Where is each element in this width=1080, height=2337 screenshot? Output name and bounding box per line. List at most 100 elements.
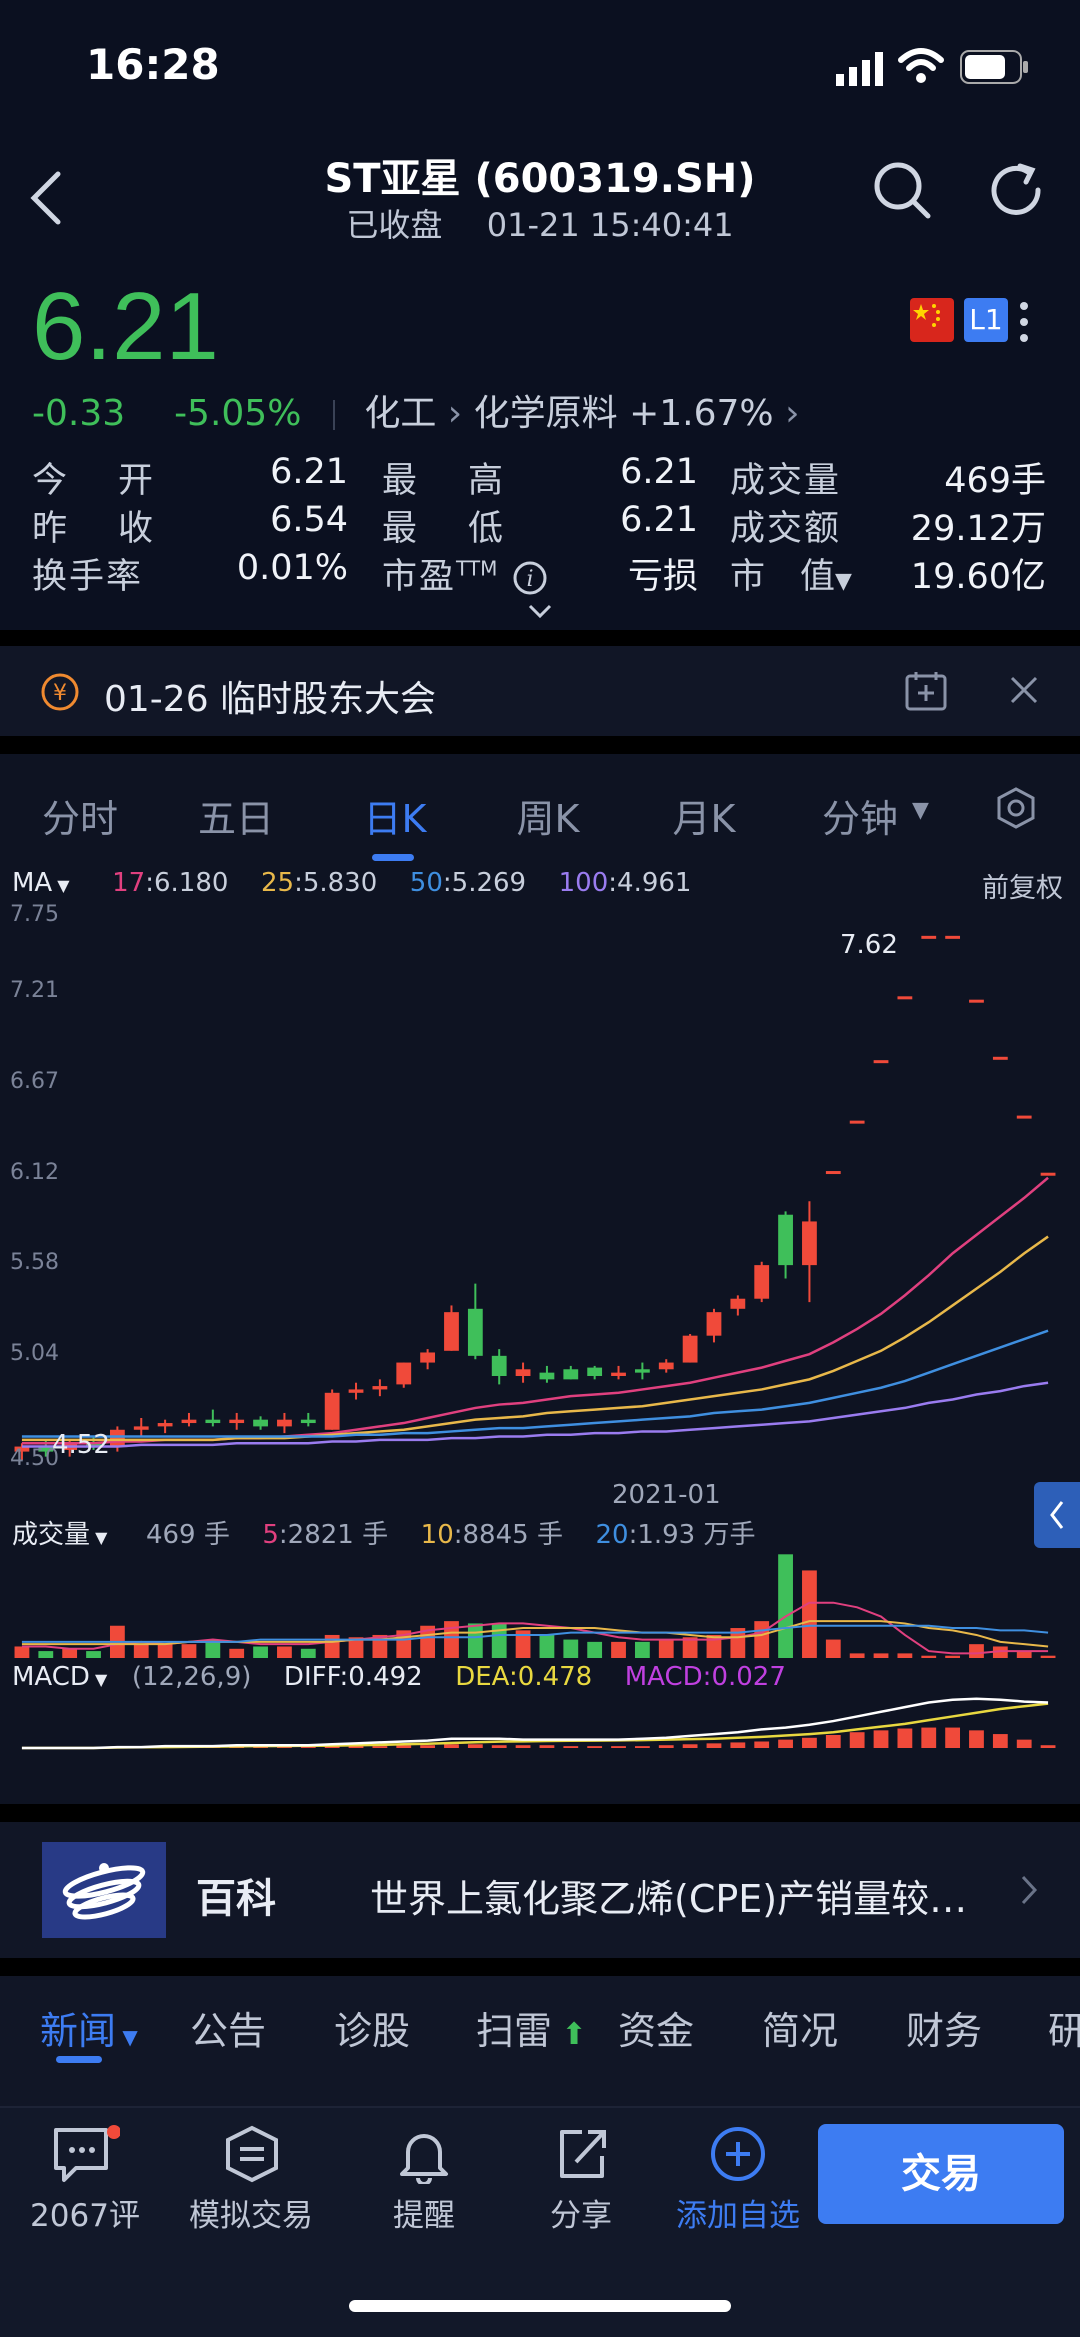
ma-legend: MA ▼ 17:6.180 25:5.830 50:5.269 100:4.96… bbox=[12, 868, 1072, 898]
tab-daily-k[interactable]: 日K bbox=[355, 788, 435, 843]
open-label: 今 开 bbox=[32, 461, 162, 501]
status-bar: 16:28 bbox=[0, 0, 1080, 130]
industry-link[interactable]: 化学原料 +1.67% › bbox=[474, 393, 800, 434]
volume-current: 469 手 bbox=[145, 1520, 230, 1550]
bell-icon[interactable] bbox=[394, 2124, 454, 2184]
caret-down-icon: ▼ bbox=[90, 1528, 108, 1547]
ma17-key: 17 bbox=[112, 868, 146, 898]
refresh-icon[interactable] bbox=[988, 160, 1048, 220]
macd-value: MACD:0.027 bbox=[624, 1662, 786, 1692]
settings-hex-icon[interactable] bbox=[994, 786, 1038, 830]
candlestick-chart[interactable] bbox=[0, 900, 1080, 1470]
volume-value: 469手 bbox=[944, 461, 1046, 501]
tab-monthly-k[interactable]: 月K bbox=[664, 788, 744, 843]
notice-bar[interactable]: ¥ 01-26 临时股东大会 bbox=[0, 646, 1080, 736]
news-tab-risk-scan[interactable]: 扫雷 ⬆ bbox=[476, 2000, 587, 2055]
mcap-value: 19.60亿 bbox=[910, 557, 1046, 597]
alert-label[interactable]: 提醒 bbox=[339, 2190, 509, 2235]
comments-count[interactable]: 2067评 bbox=[0, 2190, 170, 2235]
candle-body bbox=[181, 1419, 197, 1424]
ma-selector[interactable]: MA ▼ bbox=[12, 868, 70, 898]
china-flag-icon bbox=[910, 298, 954, 342]
comment-icon[interactable] bbox=[50, 2124, 120, 2188]
macd-selector[interactable]: MACD ▼ bbox=[12, 1662, 107, 1692]
more-icon[interactable] bbox=[1018, 300, 1030, 344]
vol10-key: 10 bbox=[420, 1520, 454, 1550]
back-icon[interactable] bbox=[28, 170, 64, 226]
caret-down-icon: ▼ bbox=[52, 876, 70, 895]
macd-bar bbox=[921, 1727, 937, 1748]
add-watch-label[interactable]: 添加自选 bbox=[653, 2190, 823, 2235]
market-status-line: 已收盘 01-21 15:40:41 bbox=[240, 200, 840, 246]
volume-chart[interactable] bbox=[0, 1548, 1080, 1660]
mcap-label-group[interactable]: 市 值▼ bbox=[730, 548, 852, 599]
news-tab-news[interactable]: 新闻 ▼ bbox=[40, 2000, 138, 2055]
divider bbox=[0, 1958, 1080, 1976]
volume-bar bbox=[611, 1641, 626, 1658]
candle-body bbox=[229, 1419, 245, 1424]
trade-button[interactable]: 交易 bbox=[818, 2124, 1064, 2224]
volume-bar bbox=[467, 1623, 483, 1658]
current-price: 6.21 bbox=[32, 273, 219, 380]
turnover-rate-value: 0.01% bbox=[236, 548, 348, 588]
side-panel-handle[interactable] bbox=[1034, 1482, 1080, 1548]
sector-link[interactable]: 化工 › bbox=[364, 393, 473, 434]
volume-bar bbox=[969, 1644, 984, 1658]
macd-bar bbox=[778, 1739, 793, 1748]
news-tab-research[interactable]: 研 bbox=[1048, 2000, 1080, 2055]
macd-chart[interactable] bbox=[0, 1694, 1080, 1764]
volume-bar bbox=[300, 1648, 316, 1658]
pe-label-group[interactable]: 市盈TTM i bbox=[382, 548, 547, 599]
market-status: 已收盘 bbox=[346, 206, 443, 244]
arrow-up-icon: ⬆ bbox=[552, 2017, 587, 2052]
tab-weekly-k[interactable]: 周K bbox=[508, 788, 588, 843]
share-label[interactable]: 分享 bbox=[496, 2190, 666, 2235]
news-tab-announcement[interactable]: 公告 bbox=[190, 2000, 266, 2055]
macd-bar bbox=[634, 1746, 650, 1748]
volume-bar bbox=[38, 1651, 54, 1658]
candle-body bbox=[396, 1362, 412, 1385]
y-tick: 5.58 bbox=[10, 1250, 59, 1275]
baike-logo-icon bbox=[42, 1842, 166, 1938]
volume-selector[interactable]: 成交量 ▼ bbox=[12, 1520, 107, 1550]
level-badge[interactable]: L1 bbox=[964, 298, 1008, 342]
macd-bar bbox=[825, 1735, 841, 1748]
share-icon[interactable] bbox=[552, 2124, 612, 2184]
expand-chevron-icon[interactable] bbox=[526, 602, 554, 620]
candle-body bbox=[324, 1392, 340, 1430]
divider bbox=[0, 630, 1080, 646]
news-tab-diagnosis[interactable]: 诊股 bbox=[334, 2000, 410, 2055]
macd-bar bbox=[587, 1746, 603, 1748]
news-tab-news-label: 新闻 bbox=[40, 2009, 117, 2053]
caret-down-icon: ▼ bbox=[835, 569, 852, 594]
high-value: 6.21 bbox=[620, 452, 698, 492]
change-line: -0.33 -5.05% 化工 › 化学原料 +1.67% › bbox=[32, 384, 799, 436]
baike-card[interactable]: 百科 世界上氯化聚乙烯(CPE)产销量较… bbox=[0, 1822, 1080, 1958]
news-tab-finance[interactable]: 财务 bbox=[906, 2000, 982, 2055]
candle-body bbox=[706, 1312, 722, 1336]
volume-bar bbox=[277, 1646, 292, 1658]
ma17-line bbox=[21, 1176, 1049, 1445]
macd-bar bbox=[706, 1743, 722, 1748]
candle-body bbox=[1040, 1172, 1056, 1176]
macd-bar bbox=[563, 1746, 579, 1748]
news-tab-funds[interactable]: 资金 bbox=[618, 2000, 694, 2055]
candle-body bbox=[133, 1426, 149, 1430]
quote-section: 6.21 -0.33 -5.05% 化工 › 化学原料 +1.67% › L1 … bbox=[0, 250, 1080, 630]
home-indicator bbox=[349, 2300, 731, 2312]
tab-minute[interactable]: 分钟 bbox=[820, 788, 900, 843]
volume-bar bbox=[849, 1653, 865, 1658]
macd-bar bbox=[1016, 1739, 1032, 1748]
close-icon[interactable] bbox=[1008, 674, 1040, 706]
sim-trade-icon[interactable] bbox=[222, 2124, 282, 2184]
info-icon[interactable]: i bbox=[513, 561, 547, 595]
add-circle-icon[interactable] bbox=[708, 2124, 768, 2184]
macd-bar bbox=[372, 1746, 388, 1748]
search-icon[interactable] bbox=[872, 160, 932, 220]
add-calendar-icon[interactable] bbox=[904, 670, 948, 712]
tab-five-day[interactable]: 五日 bbox=[196, 788, 276, 843]
sim-trade-label[interactable]: 模拟交易 bbox=[166, 2190, 336, 2235]
news-tab-profile[interactable]: 简况 bbox=[762, 2000, 838, 2055]
active-tab-indicator bbox=[372, 854, 414, 861]
tab-intraday[interactable]: 分时 bbox=[40, 788, 120, 843]
